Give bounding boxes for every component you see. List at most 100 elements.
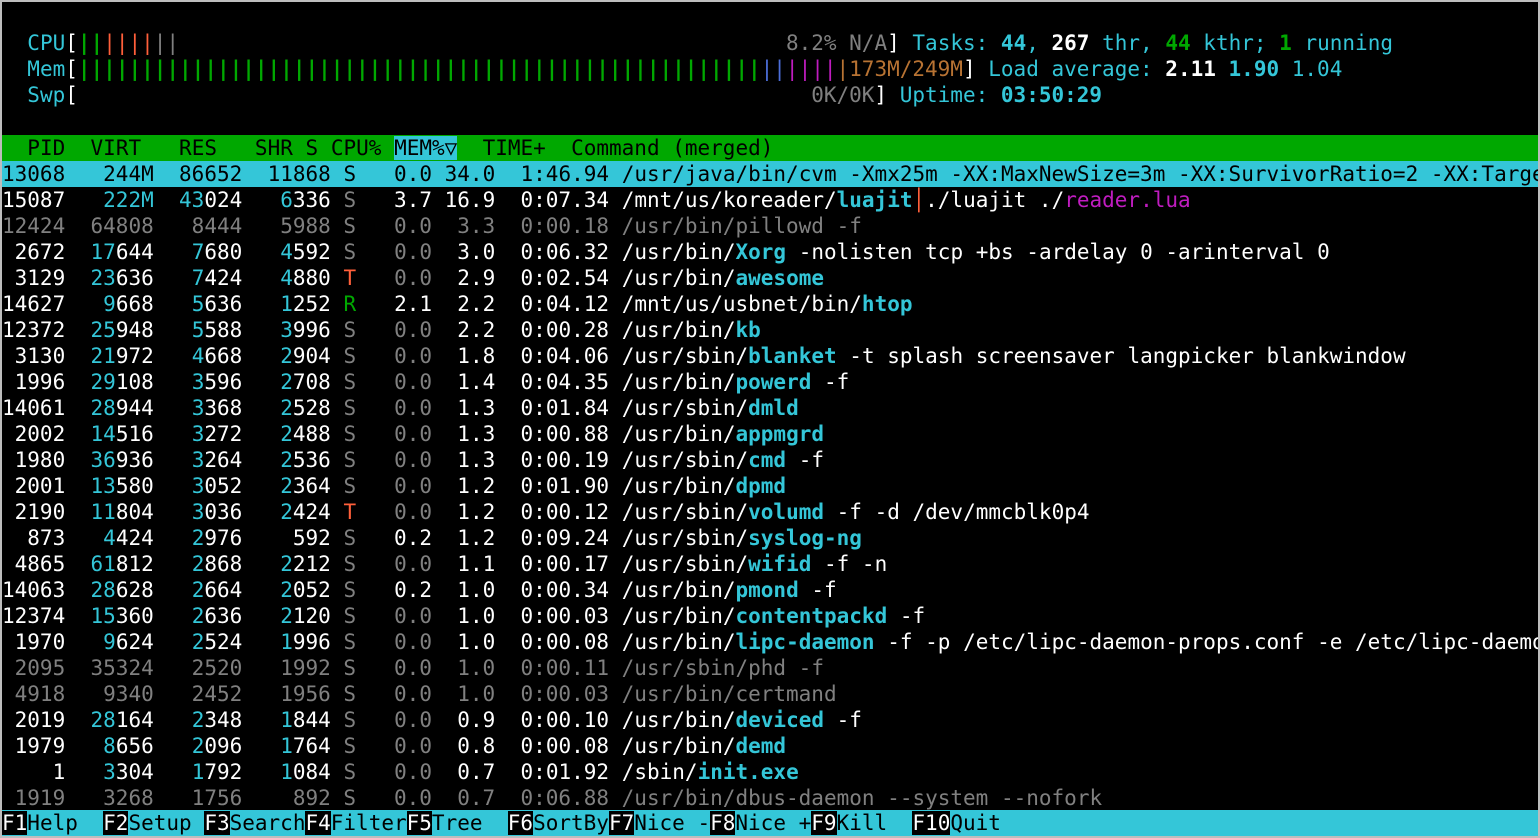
fkey-f1[interactable]: F1Help xyxy=(2,811,103,835)
pid-cell: 1979 xyxy=(2,734,66,758)
process-row[interactable]: 2672 17644 7680 4592 S 0.0 3.0 0:06.32 /… xyxy=(2,239,1538,265)
shr-cell: 592 xyxy=(254,526,331,550)
virt-cell: 9624 xyxy=(77,630,154,654)
fkey-f5[interactable]: F5Tree xyxy=(406,811,508,835)
fkey-f7[interactable]: F7Nice - xyxy=(608,811,710,835)
shr-cell: 2052 xyxy=(254,578,331,602)
command-cell: /usr/bin/lipc-daemon -f -p /etc/lipc-dae… xyxy=(621,630,1538,654)
res-cell: 3052 xyxy=(166,474,243,498)
res-cell: 1756 xyxy=(166,786,243,810)
shr-cell: 2708 xyxy=(254,370,331,394)
process-row[interactable]: 4865 61812 2868 2212 S 0.0 1.1 0:00.17 /… xyxy=(2,551,1538,577)
shr-cell: 1844 xyxy=(254,708,331,732)
process-row[interactable]: 2002 14516 3272 2488 S 0.0 1.3 0:00.88 /… xyxy=(2,421,1538,447)
pid-cell: 1919 xyxy=(2,786,66,810)
process-row[interactable]: 4918 9340 2452 1956 S 0.0 1.0 0:00.03 /u… xyxy=(2,681,1538,707)
fkey-f6[interactable]: F6SortBy xyxy=(507,811,609,835)
process-row[interactable]: 1979 8656 2096 1764 S 0.0 0.8 0:00.08 /u… xyxy=(2,733,1538,759)
process-row[interactable]: 14061 28944 3368 2528 S 0.0 1.3 0:01.84 … xyxy=(2,395,1538,421)
fkey-label: F10 xyxy=(912,811,951,835)
virt-cell: 3268 xyxy=(77,786,154,810)
process-row[interactable]: 14627 9668 5636 1252 R 2.1 2.2 0:04.12 /… xyxy=(2,291,1538,317)
pid-cell: 13068 xyxy=(2,162,66,186)
virt-cell: 14516 xyxy=(77,422,154,446)
col-pid[interactable]: PID xyxy=(2,136,65,160)
time-cell: 0:00.03 xyxy=(507,604,610,628)
fkey-f9[interactable]: F9Kill xyxy=(811,811,912,835)
process-row[interactable]: 12372 25948 5588 3996 S 0.0 2.2 0:00.28 … xyxy=(2,317,1538,343)
process-row[interactable]: 2001 13580 3052 2364 S 0.0 1.2 0:01.90 /… xyxy=(2,473,1538,499)
mem-cell: 1.2 xyxy=(444,500,496,524)
col-cpu[interactable]: CPU% xyxy=(318,136,382,160)
res-cell: 2636 xyxy=(166,604,243,628)
cpu-cell: 0.0 xyxy=(368,682,432,706)
state-cell: T xyxy=(343,500,357,524)
col-virt[interactable]: VIRT xyxy=(65,136,142,160)
process-row[interactable]: 2190 11804 3036 2424 T 0.0 1.2 0:00.12 /… xyxy=(2,499,1538,525)
command-cell: /usr/bin/powerd -f xyxy=(621,370,850,394)
state-cell: S xyxy=(343,682,357,706)
process-row[interactable]: 12374 15360 2636 2120 S 0.0 1.0 0:00.03 … xyxy=(2,603,1538,629)
process-row[interactable]: 2019 28164 2348 1844 S 0.0 0.9 0:00.10 /… xyxy=(2,707,1538,733)
time-cell: 0:00.08 xyxy=(507,630,610,654)
time-cell: 0:06.88 xyxy=(507,786,609,810)
mem-cell: 3.0 xyxy=(444,240,496,264)
fkey-label: F9 xyxy=(811,811,837,835)
time-cell: 0:04.12 xyxy=(507,292,610,316)
process-row[interactable]: 13068 244M 86652 11868 S 0.0 34.0 1:46.9… xyxy=(2,161,1538,187)
process-row[interactable]: 3129 23636 7424 4880 T 0.0 2.9 0:02.54 /… xyxy=(2,265,1538,291)
state-cell: S xyxy=(343,708,357,732)
res-cell: 8444 xyxy=(166,214,243,238)
tasks-running: 1 xyxy=(1279,31,1292,55)
virt-cell: 28164 xyxy=(77,708,154,732)
col-shr[interactable]: SHR xyxy=(217,136,293,160)
mem-cell: 1.0 xyxy=(444,630,496,654)
pid-cell: 873 xyxy=(2,526,66,550)
command-cell: /usr/bin/pillowd -f xyxy=(621,214,862,238)
shr-cell: 4880 xyxy=(254,266,331,290)
res-cell: 5588 xyxy=(166,318,243,342)
fkey-f2[interactable]: F2Setup xyxy=(103,811,204,835)
time-cell: 0:00.08 xyxy=(507,734,610,758)
fkey-f3[interactable]: F3Search xyxy=(204,811,305,835)
time-cell: 0:01.92 xyxy=(507,760,610,784)
state-cell: S xyxy=(343,214,357,238)
cpu-cell: 0.0 xyxy=(368,734,432,758)
cpu-bar-user: || xyxy=(77,31,104,55)
process-row[interactable]: 2095 35324 2520 1992 S 0.0 1.0 0:00.11 /… xyxy=(2,655,1538,681)
cpu-cell: 3.7 xyxy=(368,188,432,212)
process-row[interactable]: 1996 29108 3596 2708 S 0.0 1.4 0:04.35 /… xyxy=(2,369,1538,395)
process-row[interactable]: 3130 21972 4668 2904 S 0.0 1.8 0:04.06 /… xyxy=(2,343,1538,369)
fkey-f8[interactable]: F8Nice + xyxy=(710,811,811,835)
pid-cell: 1970 xyxy=(2,630,66,654)
virt-cell: 8656 xyxy=(77,734,154,758)
virt-cell: 28628 xyxy=(77,578,154,602)
col-state[interactable]: S xyxy=(293,136,319,160)
process-row[interactable]: 12424 64808 8444 5988 S 0.0 3.3 0:00.18 … xyxy=(2,213,1538,239)
process-row[interactable]: 1 3304 1792 1084 S 0.0 0.7 0:01.92 /sbin… xyxy=(2,759,1538,785)
fkey-action: Filter xyxy=(330,811,407,835)
process-row[interactable]: 1919 3268 1756 892 S 0.0 0.7 0:06.88 /us… xyxy=(2,785,1538,811)
process-row[interactable]: 14063 28628 2664 2052 S 0.2 1.0 0:00.34 … xyxy=(2,577,1538,603)
col-command[interactable]: Command (merged) xyxy=(546,136,773,160)
process-row[interactable]: 1980 36936 3264 2536 S 0.0 1.3 0:00.19 /… xyxy=(2,447,1538,473)
process-row[interactable]: 15087 222M 43024 6336 S 3.7 16.9 0:07.34… xyxy=(2,187,1538,213)
command-cell: /usr/java/bin/cvm -Xmx25m -XX:MaxNewSize… xyxy=(621,162,1538,186)
col-time[interactable]: TIME+ xyxy=(457,136,546,160)
swap-value: 0K/0K xyxy=(811,83,875,107)
process-row[interactable]: 873 4424 2976 592 S 0.2 1.2 0:09.24 /usr… xyxy=(2,525,1538,551)
fkey-f4[interactable]: F4Filter xyxy=(305,811,407,835)
uptime-label: Uptime: xyxy=(899,83,989,107)
command-cell: /usr/bin/contentpackd -f xyxy=(621,604,926,628)
fkey-f10[interactable]: F10Quit xyxy=(912,811,1001,835)
command-cell: /usr/sbin/wifid -f -n xyxy=(621,552,888,576)
process-row[interactable]: 1970 9624 2524 1996 S 0.0 1.0 0:00.08 /u… xyxy=(2,629,1538,655)
res-cell: 2096 xyxy=(166,734,243,758)
time-cell: 0:00.18 xyxy=(507,214,609,238)
mem-cell: 1.2 xyxy=(444,526,496,550)
virt-cell: 64808 xyxy=(77,214,154,238)
cpu-cell: 0.0 xyxy=(368,708,432,732)
col-res[interactable]: RES xyxy=(141,136,217,160)
col-mem[interactable]: MEM%▽ xyxy=(394,136,458,160)
pid-cell: 1980 xyxy=(2,448,66,472)
